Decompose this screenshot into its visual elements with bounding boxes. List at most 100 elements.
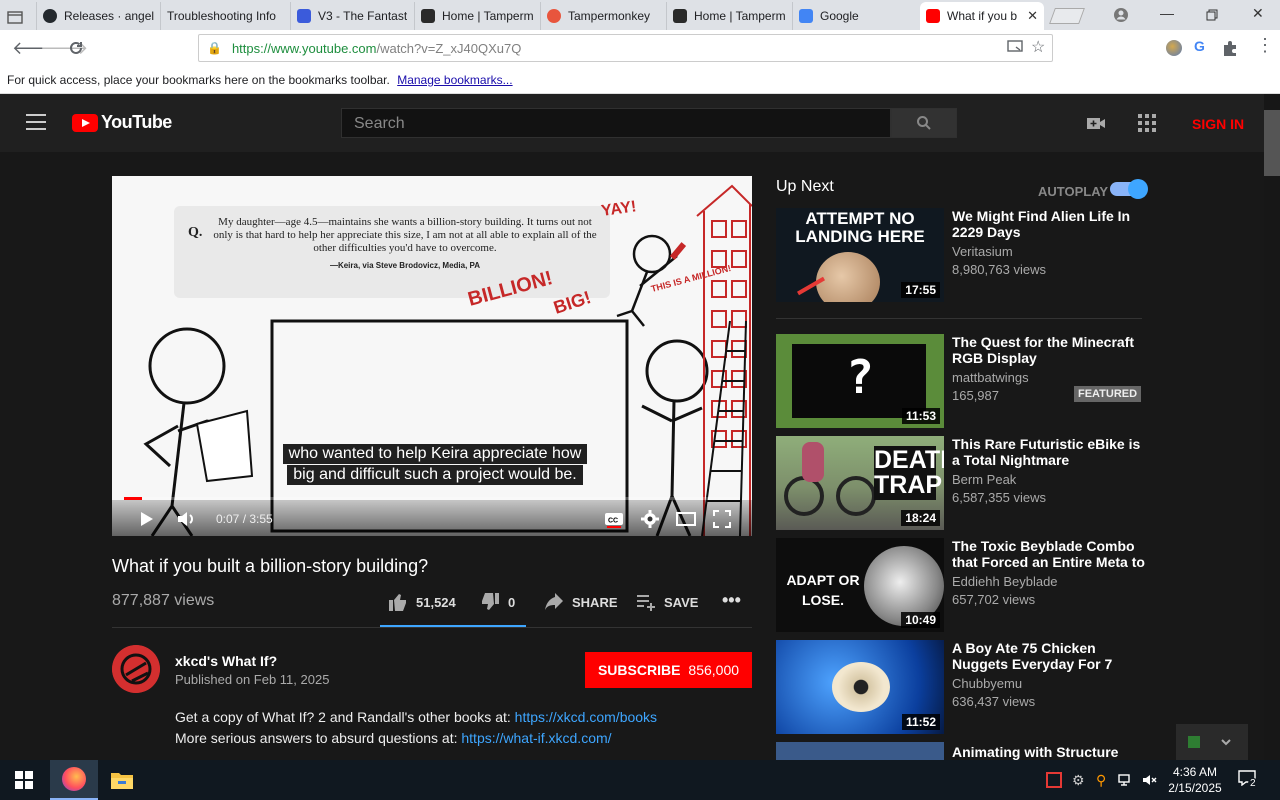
bike-wheel-image xyxy=(784,476,824,516)
more-actions-icon[interactable]: ••• xyxy=(722,590,741,611)
google-extension-icon[interactable]: G xyxy=(1194,38,1205,54)
theater-mode-icon[interactable] xyxy=(676,509,696,529)
tab-label: Google xyxy=(820,9,859,23)
browser-tab[interactable]: V3 - The Fantast xyxy=(290,2,414,30)
video-thumbnail[interactable]: ? 11:53 xyxy=(776,334,944,428)
subscriber-count: 856,000 xyxy=(688,662,740,678)
network-icon[interactable] xyxy=(1118,772,1134,788)
browser-tab-active[interactable]: What if you b ✕ xyxy=(920,2,1044,30)
taskbar-clock[interactable]: 4:36 AM 2/15/2025 xyxy=(1164,764,1226,796)
thumbnail-text: DEATH TRAP xyxy=(874,446,944,500)
search-icon xyxy=(917,116,931,130)
settings-gear-icon[interactable] xyxy=(640,509,660,529)
extension-icon[interactable] xyxy=(1166,40,1182,56)
taskbar-file-explorer[interactable] xyxy=(98,760,146,800)
manage-bookmarks-link[interactable]: Manage bookmarks... xyxy=(397,73,512,87)
video-card-title[interactable]: The Quest for the Minecraft RGB Display xyxy=(952,334,1146,366)
video-thumbnail[interactable] xyxy=(776,742,944,760)
search-input[interactable]: Search xyxy=(341,108,891,138)
browser-tab[interactable]: Home | Tamperm xyxy=(666,2,792,30)
description-text: More serious answers to absurd questions… xyxy=(175,730,458,746)
browser-tab[interactable]: Troubleshooting Info xyxy=(160,2,290,30)
apps-grid-icon[interactable] xyxy=(1136,112,1158,134)
like-button[interactable]: 51,524 xyxy=(388,592,456,612)
browser-menu-icon[interactable]: ⋮ xyxy=(1256,35,1274,56)
search-tray-icon[interactable]: ⚲ xyxy=(1096,772,1112,788)
close-tab-icon[interactable]: ✕ xyxy=(1023,8,1038,24)
restore-icon[interactable] xyxy=(1206,9,1218,21)
fullscreen-icon[interactable] xyxy=(712,509,732,529)
minimize-icon[interactable]: — xyxy=(1160,5,1174,21)
chevron-down-icon[interactable] xyxy=(1220,736,1232,748)
video-card-title[interactable]: A Boy Ate 75 Chicken Nuggets Everyday Fo… xyxy=(952,640,1146,672)
recommended-video[interactable]: ? 11:53 The Quest for the Minecraft RGB … xyxy=(776,334,1146,428)
sign-in-button[interactable]: SIGN IN xyxy=(1192,116,1244,132)
tab-label: Troubleshooting Info xyxy=(167,9,276,23)
volume-muted-icon[interactable] xyxy=(1142,772,1158,788)
video-thumbnail[interactable]: ADAPT OR LOSE. 10:49 xyxy=(776,538,944,632)
floating-widget[interactable] xyxy=(1176,724,1248,760)
video-card-title[interactable]: We Might Find Alien Life In 2229 Days xyxy=(952,208,1146,240)
video-card-title[interactable]: This Rare Futuristic eBike is a Total Ni… xyxy=(952,436,1146,468)
recommended-video[interactable]: ATTEMPT NO LANDING HERE 17:55 We Might F… xyxy=(776,208,1146,302)
cast-icon[interactable] xyxy=(1007,40,1023,54)
address-bar[interactable]: 🔒 https://www.youtube.com/watch?v=Z_xJ40… xyxy=(198,34,1053,62)
tab-label: Home | Tamperm xyxy=(694,9,786,23)
recommended-video[interactable]: 11:52 A Boy Ate 75 Chicken Nuggets Every… xyxy=(776,640,1146,734)
video-duration: 10:49 xyxy=(901,612,940,628)
browser-tab[interactable]: Releases · angelt xyxy=(36,2,160,30)
action-center-button[interactable]: 2 xyxy=(1238,770,1258,789)
github-icon xyxy=(43,9,57,23)
share-button[interactable]: SHARE xyxy=(544,592,618,612)
new-tab-button[interactable] xyxy=(1049,8,1085,24)
browser-tab[interactable]: Home | Tamperm xyxy=(414,2,540,30)
volume-icon[interactable] xyxy=(176,509,196,529)
v3-site-icon xyxy=(297,9,311,23)
share-icon xyxy=(545,593,563,610)
search-button[interactable] xyxy=(891,108,957,138)
start-button[interactable] xyxy=(0,760,48,800)
browser-tab[interactable]: Tampermonkey xyxy=(540,2,666,30)
scrollbar-thumb[interactable] xyxy=(1264,110,1280,176)
play-icon[interactable] xyxy=(136,509,156,529)
recommended-video[interactable]: Animating with Structure xyxy=(776,742,1146,760)
what-if-link[interactable]: https://what-if.xkcd.com/ xyxy=(461,730,611,746)
guide-menu-icon[interactable] xyxy=(26,114,46,130)
close-window-icon[interactable]: ✕ xyxy=(1252,5,1264,22)
video-thumbnail[interactable]: DEATH TRAP 18:24 xyxy=(776,436,944,530)
recommended-video[interactable]: ADAPT OR LOSE. 10:49 The Toxic Beyblade … xyxy=(776,538,1146,632)
tab-list-icon[interactable] xyxy=(7,9,23,25)
autoplay-toggle[interactable] xyxy=(1110,179,1148,199)
network-settings-icon[interactable]: ⚙ xyxy=(1072,772,1088,788)
taskbar-firefox[interactable] xyxy=(50,760,98,800)
video-card-title[interactable]: The Toxic Beyblade Combo that Forced an … xyxy=(952,538,1146,570)
bookmark-star-icon[interactable]: ☆ xyxy=(1031,37,1045,57)
profile-icon[interactable] xyxy=(1113,7,1129,23)
recommended-video[interactable]: DEATH TRAP 18:24 This Rare Futuristic eB… xyxy=(776,436,1146,530)
create-video-icon[interactable] xyxy=(1085,112,1107,134)
rider-image xyxy=(802,442,824,482)
video-duration: 11:52 xyxy=(901,714,940,730)
puzzle-extensions-icon[interactable] xyxy=(1222,40,1238,56)
page-scrollbar[interactable] xyxy=(1264,94,1280,760)
video-thumbnail[interactable]: ATTEMPT NO LANDING HERE 17:55 xyxy=(776,208,944,302)
video-thumbnail[interactable]: 11:52 xyxy=(776,640,944,734)
books-link[interactable]: https://xkcd.com/books xyxy=(515,709,657,725)
comic-billion-text: BILLION! xyxy=(466,267,555,311)
channel-avatar[interactable] xyxy=(112,645,160,693)
video-card-channel: Veritasium xyxy=(952,244,1013,259)
reload-icon[interactable] xyxy=(67,39,85,57)
subscribe-button[interactable]: SUBSCRIBE 856,000 xyxy=(585,652,752,688)
subtitles-icon[interactable]: CC xyxy=(604,509,624,529)
firefox-addon-icon xyxy=(547,9,561,23)
video-card-title[interactable]: Animating with Structure xyxy=(952,744,1146,760)
channel-name[interactable]: xkcd's What If? xyxy=(175,653,277,669)
browser-tab[interactable]: Google xyxy=(792,2,918,30)
antivirus-tray-icon[interactable] xyxy=(1046,772,1062,788)
dislike-button[interactable]: 0 xyxy=(480,592,515,612)
youtube-logo[interactable]: YouTube xyxy=(72,112,172,133)
save-button[interactable]: SAVE xyxy=(636,592,698,612)
url-path: /watch?v=Z_xJ40QXu7Q xyxy=(376,40,522,56)
video-player[interactable]: Q. My daughter—age 4.5—maintains she wan… xyxy=(112,176,752,536)
tampermonkey-icon xyxy=(673,9,687,23)
